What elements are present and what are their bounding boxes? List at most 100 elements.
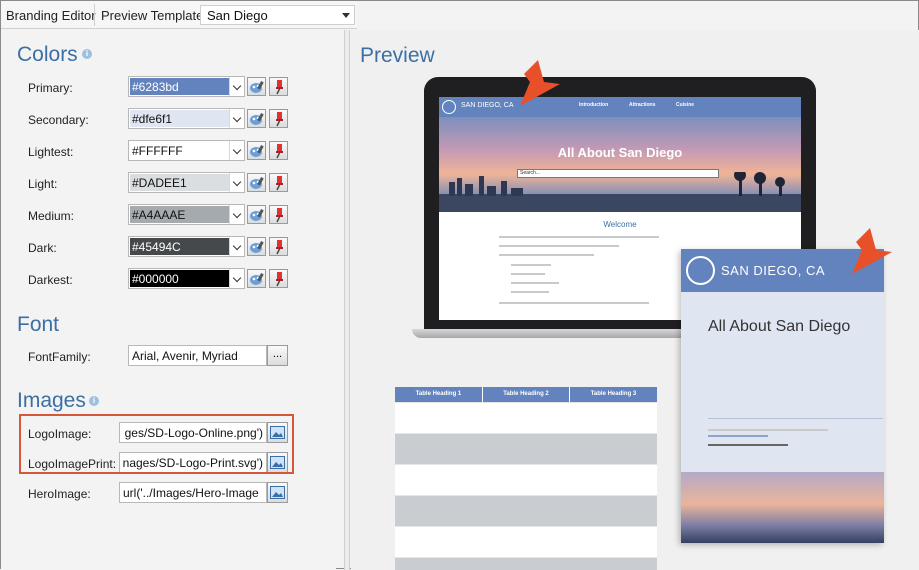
color-picker-field[interactable]: #FFFFFF [128, 140, 245, 161]
nav-introduction: Introduction [579, 102, 609, 108]
colors-heading: Colors [17, 43, 78, 66]
preview-template-value: San Diego [207, 8, 268, 23]
palette-icon [250, 273, 264, 285]
eyedropper-button[interactable] [269, 173, 288, 192]
color-value: #FFFFFF [132, 144, 183, 158]
image-browse-button[interactable] [267, 482, 288, 503]
properties-panel: Colors i Primary: #6283bd Secondary: #dfe6f… [1, 30, 336, 570]
color-palette-button[interactable] [247, 205, 266, 224]
preview-panel: Preview SAN DIEGO, CA Introduction Attra… [351, 30, 919, 570]
print-logo-icon [686, 256, 715, 285]
print-footer-image [681, 472, 884, 543]
text-line [499, 236, 659, 238]
pin-icon [276, 240, 283, 255]
colors-info-icon[interactable]: i [82, 49, 92, 59]
fontfamily-field[interactable]: Arial, Avenir, Myriad [128, 345, 267, 366]
toolbar: Branding Editor Preview Template: San Di… [1, 1, 357, 29]
table-row [395, 557, 657, 570]
palette-icon [250, 241, 264, 253]
image-path-field[interactable]: url('../Images/Hero-Image [119, 482, 267, 503]
skyline-icon [439, 172, 801, 212]
dropdown-arrow-icon [342, 13, 350, 18]
arrow-pointer-icon [852, 228, 892, 274]
eyedropper-button[interactable] [269, 237, 288, 256]
color-value: #45494C [132, 240, 181, 254]
text-line [708, 429, 828, 431]
chevron-down-icon[interactable] [229, 237, 244, 256]
toolbar-divider [94, 4, 95, 26]
fontfamily-browse-button[interactable]: ... [267, 345, 288, 366]
hero-search-placeholder: Search... [520, 170, 541, 176]
text-line [708, 444, 788, 446]
color-label: Primary: [28, 81, 73, 95]
color-value: #000000 [132, 272, 179, 286]
print-body: All About San Diego [681, 292, 884, 472]
table-row [395, 495, 657, 526]
preview-template-select[interactable]: San Diego [200, 5, 355, 25]
chevron-down-icon[interactable] [229, 109, 244, 128]
welcome-heading: Welcome [603, 220, 637, 229]
chevron-down-icon[interactable] [229, 141, 244, 160]
color-picker-field[interactable]: #6283bd [128, 76, 245, 97]
images-info-icon[interactable]: i [89, 396, 99, 406]
color-palette-button[interactable] [247, 269, 266, 288]
color-palette-button[interactable] [247, 109, 266, 128]
pin-icon [276, 144, 283, 159]
nav-cuisine: Cuisine [676, 102, 695, 108]
chevron-down-icon[interactable] [229, 173, 244, 192]
text-line [511, 282, 559, 284]
color-picker-field[interactable]: #A4AAAE [128, 204, 245, 225]
color-picker-field[interactable]: #dfe6f1 [128, 108, 245, 129]
chevron-down-icon[interactable] [229, 205, 244, 224]
fontfamily-value: Arial, Avenir, Myriad [132, 349, 238, 363]
image-icon [270, 486, 285, 499]
color-palette-button[interactable] [247, 237, 266, 256]
color-palette-button[interactable] [247, 77, 266, 96]
color-value: #dfe6f1 [132, 112, 173, 126]
text-line [499, 254, 594, 256]
eyedropper-button[interactable] [269, 141, 288, 160]
text-line [499, 302, 649, 304]
color-label: Secondary: [28, 113, 89, 127]
branding-editor-window: Branding Editor Preview Template: San Di… [0, 0, 919, 570]
color-picker-field[interactable]: #000000 [128, 268, 245, 289]
color-label: Medium: [28, 209, 75, 223]
image-path-value: url('../Images/Hero-Image [123, 486, 259, 500]
color-picker-field[interactable]: #45494C [128, 236, 245, 257]
color-value: #DADEE1 [132, 176, 187, 190]
palette-icon [250, 209, 264, 221]
color-picker-field[interactable]: #DADEE1 [128, 172, 245, 193]
site-hero: All About San Diego Search... [439, 117, 801, 212]
nav-attractions: Attractions [629, 102, 656, 108]
text-line [511, 291, 549, 293]
panel-splitter[interactable] [344, 30, 350, 570]
chevron-down-icon[interactable] [229, 77, 244, 96]
eyedropper-button[interactable] [269, 269, 288, 288]
palette-icon [250, 81, 264, 93]
images-heading: Images [17, 389, 86, 412]
table-row [395, 433, 657, 464]
eyedropper-button[interactable] [269, 109, 288, 128]
font-heading: Font [17, 313, 60, 336]
pin-icon [276, 176, 283, 191]
text-line [511, 273, 545, 275]
image-label: HeroImage: [28, 487, 91, 501]
hero-search-box: Search... [517, 169, 719, 178]
table-row [395, 402, 657, 433]
pin-icon [276, 208, 283, 223]
color-palette-button[interactable] [247, 173, 266, 192]
color-palette-button[interactable] [247, 141, 266, 160]
color-label: Darkest: [28, 273, 73, 287]
text-line [499, 245, 619, 247]
eyedropper-button[interactable] [269, 205, 288, 224]
eyedropper-button[interactable] [269, 77, 288, 96]
chevron-down-icon[interactable] [229, 269, 244, 288]
hero-title: All About San Diego [557, 145, 683, 160]
pin-icon [276, 272, 283, 287]
highlight-box [19, 414, 294, 474]
print-brand: SAN DIEGO, CA [721, 263, 826, 278]
color-value: #A4AAAE [132, 208, 186, 222]
text-line [708, 435, 768, 437]
color-label: Lightest: [28, 145, 74, 159]
pin-icon [276, 112, 283, 127]
